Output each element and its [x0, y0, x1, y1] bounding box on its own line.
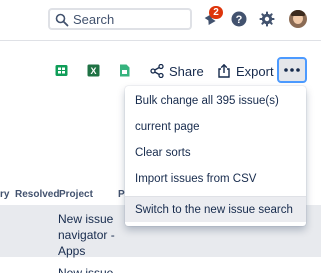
column-header-p[interactable]: P	[118, 189, 125, 200]
svg-text:?: ?	[236, 14, 243, 26]
table-row[interactable]: New issue	[0, 257, 321, 273]
search-icon	[55, 13, 69, 27]
settings-gear-icon[interactable]	[259, 11, 275, 27]
export-label: Export	[236, 63, 274, 79]
export-icon	[218, 64, 230, 78]
menu-item-current-page[interactable]: current page	[125, 114, 306, 140]
csv-icon[interactable]	[118, 64, 131, 77]
project-cell[interactable]: New issue navigator - Apps	[58, 211, 118, 259]
top-navigation-bar: Search 2 ?	[0, 0, 321, 41]
share-label: Share	[169, 63, 204, 79]
share-button[interactable]: Share	[150, 60, 204, 82]
export-button[interactable]: Export	[217, 60, 274, 82]
project-cell[interactable]: New issue	[58, 265, 118, 273]
more-options-icon	[284, 68, 300, 72]
search-input[interactable]: Search	[48, 8, 192, 30]
user-avatar[interactable]	[289, 10, 307, 28]
column-header-resolved[interactable]: Resolved	[15, 189, 59, 200]
column-header-project[interactable]: Project	[59, 189, 93, 200]
help-icon[interactable]: ?	[231, 11, 247, 27]
column-header-priority[interactable]: ry	[0, 189, 9, 200]
search-placeholder: Search	[73, 12, 115, 27]
menu-item-switch-new-search[interactable]: Switch to the new issue search	[125, 196, 306, 222]
more-options-dropdown: Bulk change all 395 issue(s) current pag…	[125, 86, 306, 226]
menu-item-import-csv[interactable]: Import issues from CSV	[125, 166, 306, 192]
share-icon	[150, 64, 164, 78]
svg-text:X: X	[90, 66, 96, 76]
menu-item-clear-sorts[interactable]: Clear sorts	[125, 140, 306, 166]
google-sheets-icon[interactable]	[55, 64, 68, 77]
notification-count-badge: 2	[209, 6, 223, 19]
avatar-hair	[291, 10, 305, 16]
excel-icon[interactable]: X	[87, 64, 100, 77]
more-options-button[interactable]	[277, 57, 307, 83]
menu-item-bulk-change[interactable]: Bulk change all 395 issue(s)	[125, 88, 306, 114]
